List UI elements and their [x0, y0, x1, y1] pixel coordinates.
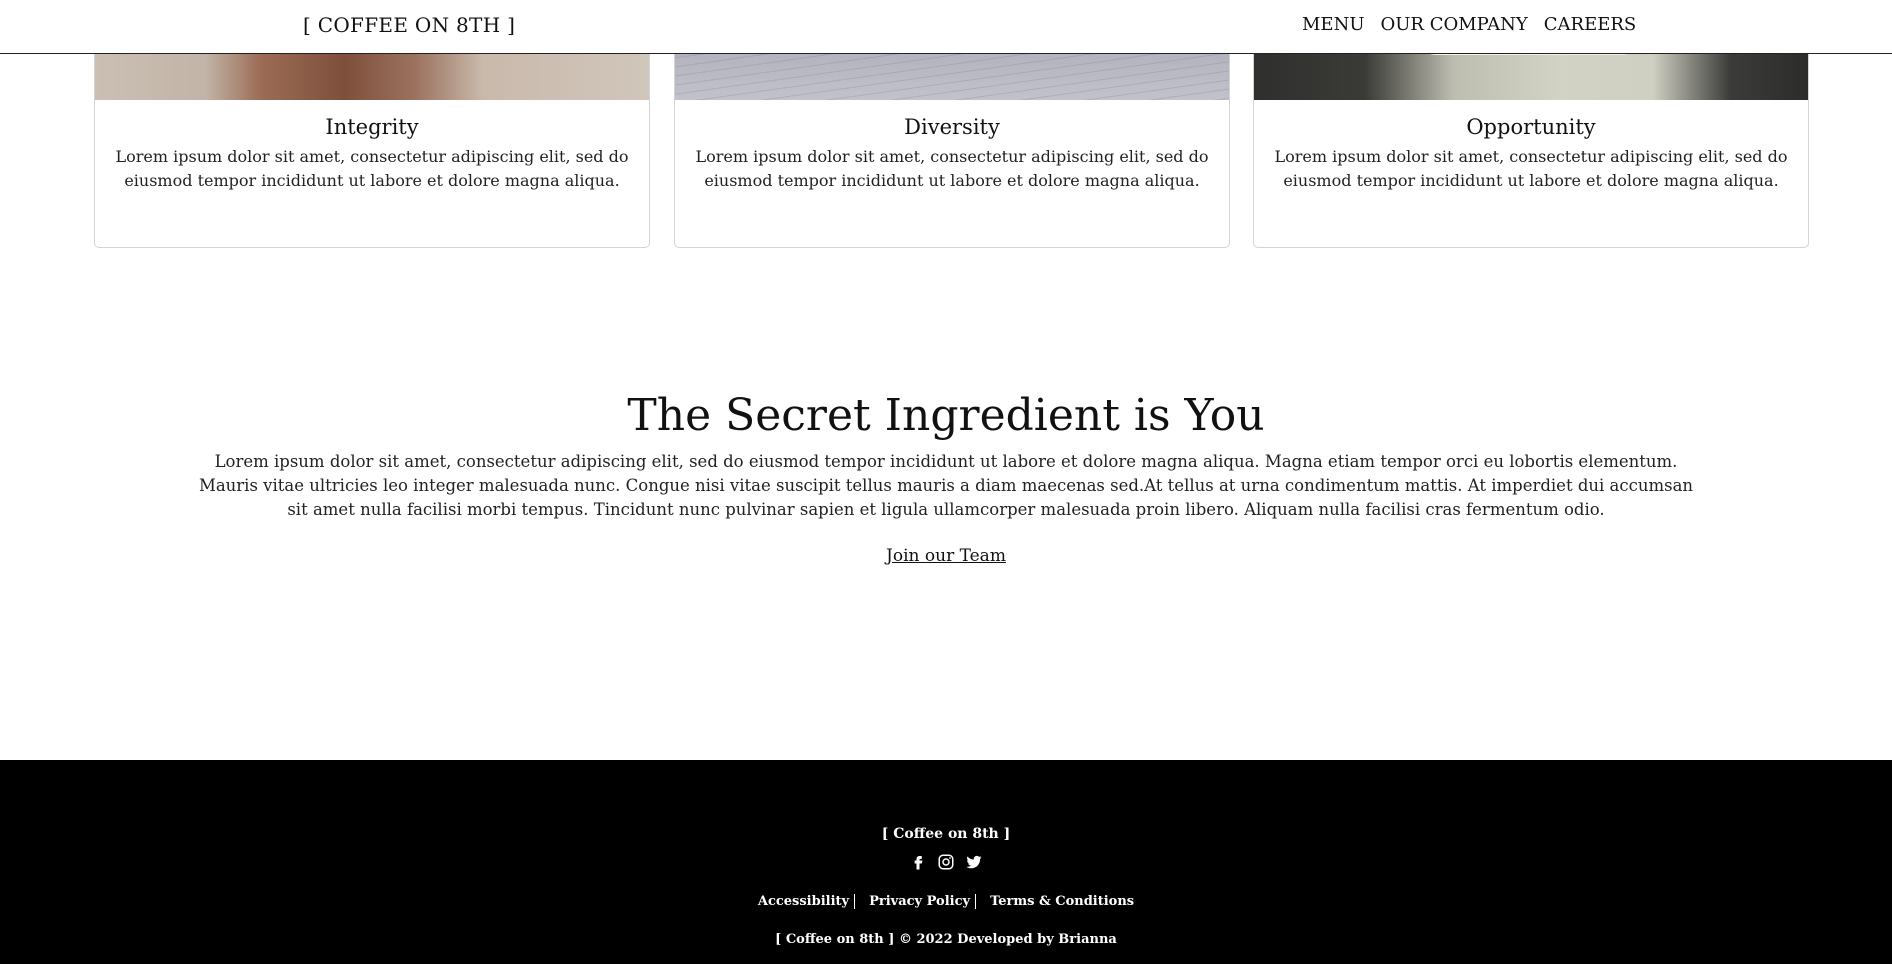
card-text: Lorem ipsum dolor sit amet, consectetur …	[695, 147, 1209, 190]
section-headline: The Secret Ingredient is You	[627, 390, 1265, 441]
facebook-icon[interactable]	[909, 853, 927, 871]
site-footer: [ Coffee on 8th ] Accessibility Privacy …	[0, 760, 1892, 964]
nav-link-menu[interactable]: MENU	[1302, 14, 1365, 35]
footer-brand: [ Coffee on 8th ]	[881, 826, 1011, 842]
join-team-link[interactable]: Join our Team	[886, 546, 1006, 566]
divider	[975, 894, 977, 909]
card-body: Opportunity Lorem ipsum dolor sit amet, …	[1254, 100, 1808, 193]
footer-links: Accessibility Privacy Policy Terms & Con…	[0, 894, 1892, 909]
value-card-opportunity: Opportunity Lorem ipsum dolor sit amet, …	[1253, 20, 1809, 248]
divider	[854, 894, 856, 909]
cta-wrapper: Join our Team	[0, 546, 1892, 566]
twitter-icon[interactable]	[965, 853, 983, 871]
nav-link-careers[interactable]: CAREERS	[1544, 14, 1637, 35]
footer-link-accessibility[interactable]: Accessibility	[754, 894, 853, 909]
footer-link-privacy-policy[interactable]: Privacy Policy	[865, 894, 974, 909]
card-body: Diversity Lorem ipsum dolor sit amet, co…	[675, 100, 1229, 193]
footer-link-terms[interactable]: Terms & Conditions	[986, 894, 1138, 909]
card-text: Lorem ipsum dolor sit amet, consectetur …	[1274, 147, 1788, 190]
value-card-diversity: Diversity Lorem ipsum dolor sit amet, co…	[674, 20, 1230, 248]
card-body: Integrity Lorem ipsum dolor sit amet, co…	[95, 100, 649, 193]
card-title: Integrity	[325, 115, 419, 139]
copyright-text: [ Coffee on 8th ] © 2022 Developed by Br…	[775, 932, 1117, 947]
value-card-integrity: Integrity Lorem ipsum dolor sit amet, co…	[94, 20, 650, 248]
social-links	[0, 853, 1892, 871]
brand-logo-link[interactable]: [ COFFEE ON 8TH ]	[303, 13, 515, 37]
site-header: [ COFFEE ON 8TH ] MENU OUR COMPANY CAREE…	[0, 0, 1892, 54]
nav-links: MENU OUR COMPANY CAREERS	[1302, 14, 1636, 35]
instagram-icon[interactable]	[937, 853, 955, 871]
nav-link-our-company[interactable]: OUR COMPANY	[1381, 14, 1528, 35]
card-title: Opportunity	[1466, 115, 1596, 139]
card-text: Lorem ipsum dolor sit amet, consectetur …	[115, 147, 629, 190]
card-title: Diversity	[904, 115, 1000, 139]
section-body-text: Lorem ipsum dolor sit amet, consectetur …	[198, 452, 1694, 519]
